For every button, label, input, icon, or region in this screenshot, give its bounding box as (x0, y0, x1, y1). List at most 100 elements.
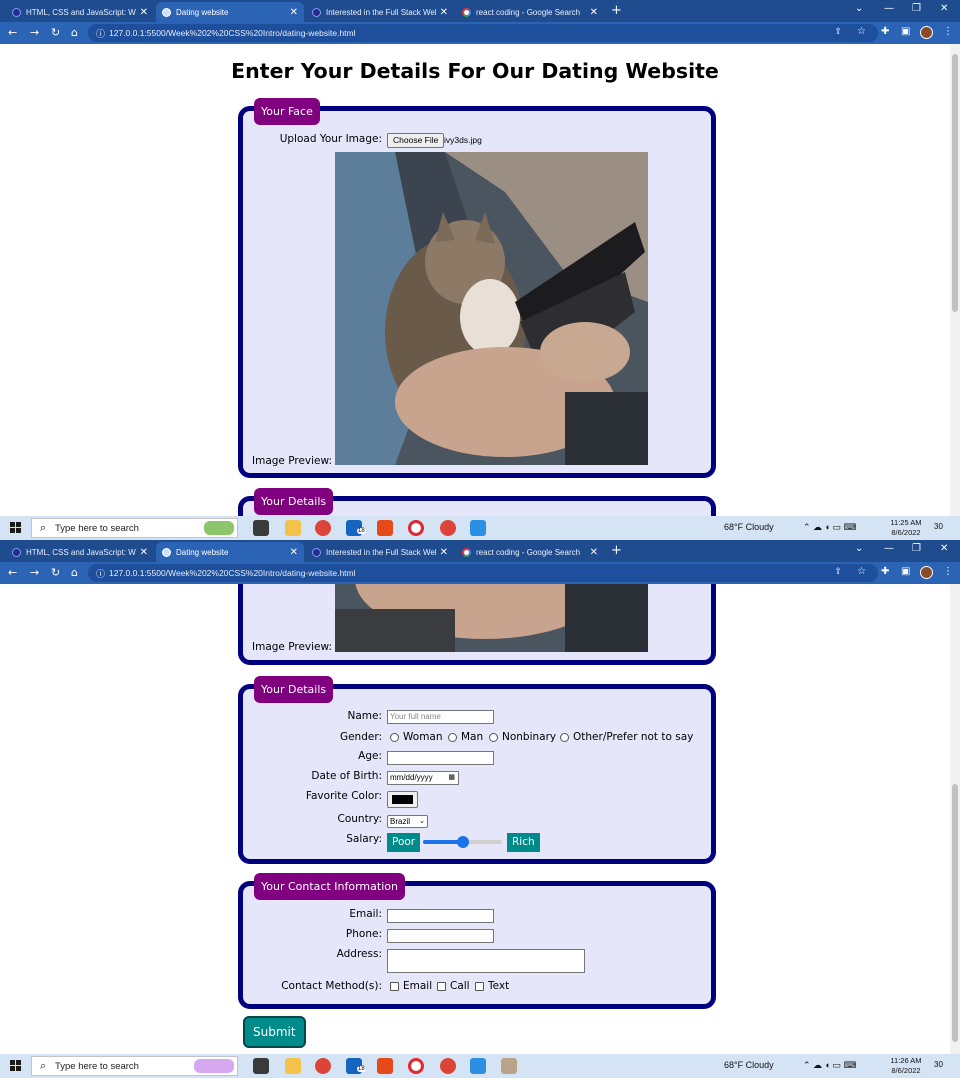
home-icon[interactable]: ⌂ (71, 566, 78, 579)
method-email-checkbox[interactable] (390, 982, 399, 991)
method-call-checkbox[interactable] (437, 982, 446, 991)
reload-icon[interactable]: ↻ (51, 26, 60, 39)
clock[interactable]: 11:26 AM 8/6/2022 (882, 1056, 930, 1076)
close-tab-icon[interactable]: ✕ (290, 547, 298, 558)
close-tab-icon[interactable]: ✕ (140, 7, 148, 18)
close-window-button[interactable]: ✕ (940, 543, 948, 554)
forward-arrow-icon[interactable]: → (30, 26, 39, 39)
gender-man-radio[interactable] (448, 733, 457, 742)
office-icon[interactable] (377, 1058, 393, 1074)
taskbar-search-input[interactable]: ⌕ Type here to search (31, 1056, 238, 1076)
close-tab-icon[interactable]: ✕ (590, 547, 598, 558)
menu-kebab-icon[interactable]: ⋮ (943, 26, 953, 37)
url-field[interactable]: ⓘ 127.0.0.1:5500/Week%202%20CSS%20Intro/… (88, 564, 878, 582)
tab-react-coding[interactable]: react coding - Google Search ✕ (456, 2, 604, 22)
side-panel-icon[interactable]: ▣ (901, 566, 910, 577)
age-input[interactable] (387, 751, 494, 765)
tray-icons[interactable]: ⌃ ☁ ◖ ▭ ⌨ (803, 1060, 856, 1071)
choose-file-button[interactable]: Choose File (387, 133, 445, 148)
profile-avatar[interactable] (920, 566, 933, 579)
tab-dating-website[interactable]: Dating website ✕ (156, 2, 304, 22)
share-icon[interactable]: ⇪ (834, 567, 842, 577)
info-icon[interactable]: ⓘ (96, 27, 105, 40)
new-tab-button[interactable]: + (611, 3, 622, 18)
minimize-button[interactable]: — (884, 3, 894, 14)
side-panel-icon[interactable]: ▣ (901, 26, 910, 37)
notification-badge[interactable]: 30 (934, 522, 943, 531)
email-input[interactable] (387, 909, 494, 923)
opera-icon[interactable] (408, 1058, 424, 1074)
gender-other-radio[interactable] (560, 733, 569, 742)
close-tab-icon[interactable]: ✕ (290, 7, 298, 18)
scrollbar-thumb[interactable] (952, 54, 958, 312)
salary-slider-knob[interactable] (456, 836, 469, 848)
dob-input[interactable]: mm/dd/yyyy ▦ (387, 771, 459, 785)
home-icon[interactable]: ⌂ (71, 26, 78, 39)
tab-html-css-js[interactable]: HTML, CSS and JavaScript: Week ✕ (6, 542, 154, 562)
paint-icon[interactable] (501, 1058, 517, 1074)
tab-dating-website[interactable]: Dating website ✕ (156, 542, 304, 562)
bookmark-star-icon[interactable]: ☆ (857, 26, 866, 37)
chrome-icon[interactable] (315, 1058, 331, 1074)
tab-search-icon[interactable]: ⌄ (855, 543, 863, 554)
extensions-icon[interactable]: ✚ (881, 26, 889, 37)
office-icon[interactable] (377, 520, 393, 536)
favorite-color-picker[interactable] (387, 791, 418, 808)
back-arrow-icon[interactable]: ← (8, 566, 17, 579)
close-tab-icon[interactable]: ✕ (590, 7, 598, 18)
scrollbar-thumb[interactable] (952, 784, 958, 1042)
task-view-icon[interactable] (253, 1058, 269, 1074)
minimize-button[interactable]: — (884, 543, 894, 554)
gender-nonbinary-radio[interactable] (489, 733, 498, 742)
url-field[interactable]: ⓘ 127.0.0.1:5500/Week%202%20CSS%20Intro/… (88, 24, 878, 42)
windows-start-icon[interactable] (10, 1060, 21, 1071)
chrome-icon[interactable] (315, 520, 331, 536)
submit-button[interactable]: Submit (243, 1016, 306, 1048)
chrome-profile-icon[interactable] (440, 520, 456, 536)
page-scrollbar[interactable] (950, 44, 960, 516)
gender-woman-radio[interactable] (390, 733, 399, 742)
restore-button[interactable]: ❐ (912, 3, 921, 14)
chrome-profile-icon[interactable] (440, 1058, 456, 1074)
file-explorer-icon[interactable] (285, 1058, 301, 1074)
tab-search-icon[interactable]: ⌄ (855, 3, 863, 14)
task-view-icon[interactable] (253, 520, 269, 536)
profile-avatar[interactable] (920, 26, 933, 39)
windows-start-icon[interactable] (10, 522, 21, 533)
calendar-icon[interactable]: ▦ (448, 773, 455, 781)
file-explorer-icon[interactable] (285, 520, 301, 536)
page-scrollbar[interactable] (950, 584, 960, 1054)
new-tab-button[interactable]: + (611, 543, 622, 558)
close-window-button[interactable]: ✕ (940, 3, 948, 14)
menu-kebab-icon[interactable]: ⋮ (943, 566, 953, 577)
extensions-icon[interactable]: ✚ (881, 566, 889, 577)
clock[interactable]: 11:25 AM 8/6/2022 (882, 518, 930, 538)
notification-badge[interactable]: 30 (934, 1060, 943, 1069)
restore-button[interactable]: ❐ (912, 543, 921, 554)
vscode-icon[interactable] (470, 520, 486, 536)
share-icon[interactable]: ⇪ (834, 27, 842, 37)
close-tab-icon[interactable]: ✕ (440, 547, 448, 558)
address-textarea[interactable] (387, 949, 585, 973)
salary-slider[interactable] (423, 836, 502, 848)
back-arrow-icon[interactable]: ← (8, 26, 17, 39)
method-text-checkbox[interactable] (475, 982, 484, 991)
reload-icon[interactable]: ↻ (51, 566, 60, 579)
name-input[interactable]: Your full name (387, 710, 494, 724)
phone-input[interactable] (387, 929, 494, 943)
tab-html-css-js[interactable]: HTML, CSS and JavaScript: Week ✕ (6, 2, 154, 22)
country-select[interactable]: Brazil ⌄ (387, 815, 428, 828)
tab-full-stack[interactable]: Interested in the Full Stack Web ✕ (306, 542, 454, 562)
weather-label[interactable]: 68°F Cloudy (724, 522, 774, 532)
info-icon[interactable]: ⓘ (96, 567, 105, 580)
vscode-icon[interactable] (470, 1058, 486, 1074)
tab-react-coding[interactable]: react coding - Google Search ✕ (456, 542, 604, 562)
tab-full-stack[interactable]: Interested in the Full Stack Web ✕ (306, 2, 454, 22)
taskbar-search-input[interactable]: ⌕ Type here to search (31, 518, 238, 538)
close-tab-icon[interactable]: ✕ (140, 547, 148, 558)
bookmark-star-icon[interactable]: ☆ (857, 566, 866, 577)
opera-icon[interactable] (408, 520, 424, 536)
weather-label[interactable]: 68°F Cloudy (724, 1060, 774, 1070)
tray-icons[interactable]: ⌃ ☁ ◖ ▭ ⌨ (803, 522, 856, 533)
forward-arrow-icon[interactable]: → (30, 566, 39, 579)
